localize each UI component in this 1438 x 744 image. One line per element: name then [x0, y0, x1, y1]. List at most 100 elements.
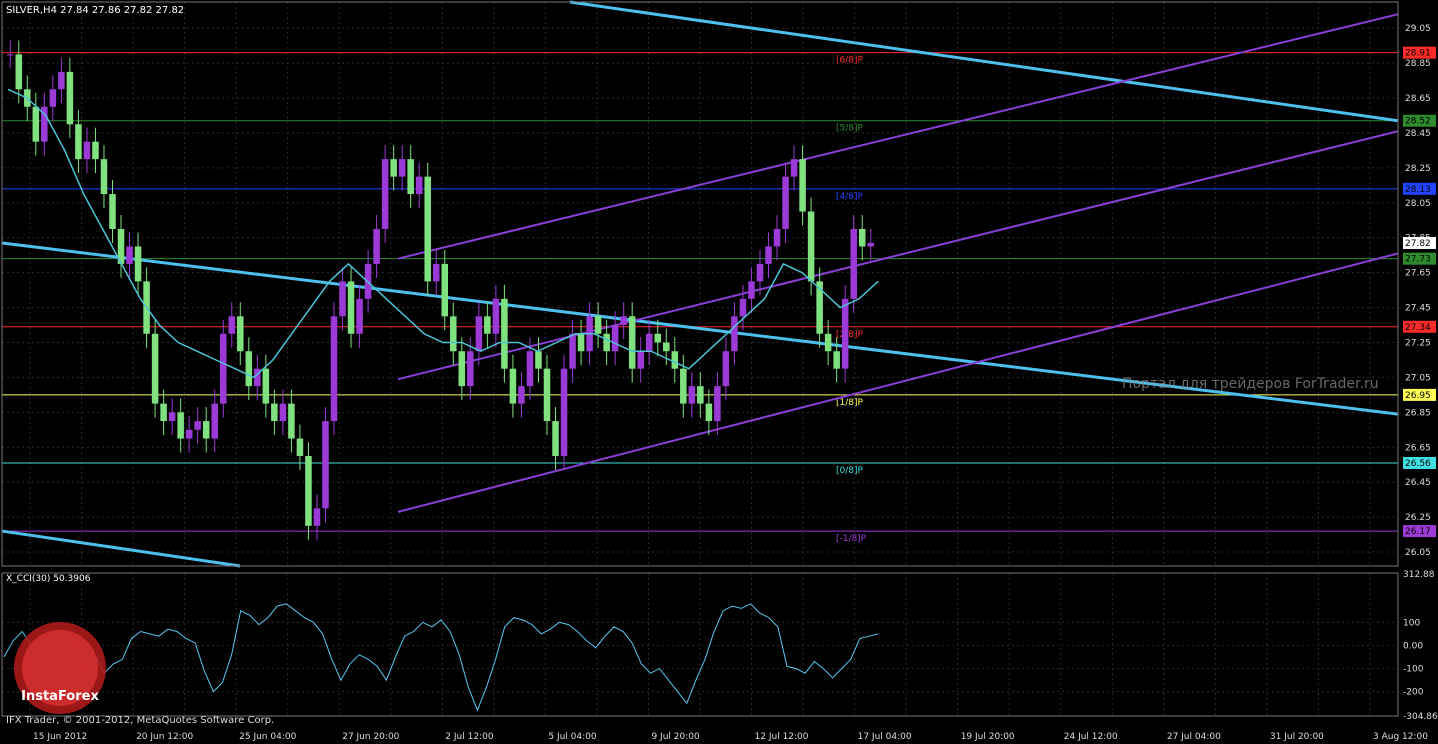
candle-body [620, 316, 627, 326]
chart-title: SILVER,H4 27.84 27.86 27.82 27.82 [6, 5, 184, 16]
x-tick-label: 25 Jun 04:00 [239, 732, 296, 742]
candle-body [7, 54, 14, 56]
candle-body [58, 71, 65, 90]
y-tick-label: 27.25 [1405, 338, 1431, 348]
candle-body [288, 403, 295, 439]
candle-body [645, 333, 653, 352]
x-tick-label: 24 Jul 12:00 [1064, 732, 1118, 742]
candle-body [92, 141, 99, 160]
candle-body [381, 159, 389, 229]
candle-body [407, 159, 414, 195]
candle-body [492, 298, 500, 334]
y-tick-label: 28.65 [1405, 94, 1431, 104]
candle-body [748, 281, 755, 299]
candle-body [347, 281, 355, 334]
candle-body [867, 242, 874, 247]
candle-body [594, 316, 602, 334]
y-tick-label: 27.45 [1405, 304, 1431, 314]
price-tag-label: 28.91 [1405, 49, 1431, 59]
candle-body [535, 351, 542, 369]
y-tick-label: 26.85 [1405, 408, 1431, 418]
murrey-level-label: [1/8]P [836, 398, 864, 408]
candle-body [824, 333, 832, 352]
candle-body [458, 351, 466, 387]
candle-body [134, 246, 142, 282]
y-tick-label: 29.05 [1405, 24, 1431, 34]
candle-body [219, 333, 227, 404]
candle-body [32, 106, 40, 142]
candle-body [228, 316, 236, 334]
candle-body [782, 176, 789, 229]
candle-body [441, 263, 449, 317]
y-tick-label: 26.45 [1405, 478, 1431, 488]
candle-body [807, 211, 815, 282]
candle-body [637, 351, 644, 369]
candle-body [799, 159, 806, 212]
murrey-level-label: [4/8]P [836, 192, 864, 202]
candle-body [356, 298, 363, 334]
price-tag-label: 26.95 [1405, 391, 1431, 401]
cci-label: X_CCI(30) 50.3906 [6, 574, 91, 584]
x-tick-label: 19 Jul 20:00 [961, 732, 1015, 742]
candle-body [296, 438, 304, 456]
candle-body [160, 403, 167, 422]
candle-body [756, 263, 764, 282]
candle-body [611, 325, 619, 352]
candle-body [484, 316, 491, 334]
candle-body [15, 54, 23, 90]
candle-body [271, 403, 278, 422]
candle-body [415, 176, 423, 195]
cci-tick-label: -200 [1403, 688, 1424, 698]
candle-body [211, 403, 218, 439]
price-tag-label: 28.52 [1405, 117, 1431, 127]
candle-body [697, 386, 704, 404]
x-tick-label: 5 Jul 04:00 [548, 732, 597, 742]
candle-body [833, 351, 840, 369]
candle-body [705, 403, 713, 422]
murrey-level-label: [0/8]P [836, 466, 864, 476]
candle-body [432, 263, 440, 282]
candle-body [714, 386, 721, 422]
footer-copyright: IFX Trader, © 2001-2012, MetaQuotes Soft… [6, 715, 274, 726]
candle-body [560, 368, 568, 456]
x-tick-label: 31 Jul 20:00 [1270, 732, 1324, 742]
cci-tick-label: -304.86 [1403, 712, 1438, 722]
candle-body [49, 89, 57, 107]
price-tag-label: 27.34 [1405, 323, 1431, 333]
candle-body [109, 194, 116, 229]
candle-body [100, 159, 108, 195]
candle-body [688, 386, 696, 404]
y-tick-label: 26.25 [1405, 513, 1431, 523]
watermark: Портал для трейдеров ForTrader.ru [1122, 376, 1379, 392]
candle-body [262, 368, 270, 404]
candle-body [450, 316, 457, 352]
murrey-level-label: [2/8]P [836, 330, 864, 340]
candle-body [245, 351, 253, 387]
candle-body [765, 246, 772, 264]
candle-body [850, 228, 857, 299]
y-tick-label: 28.85 [1405, 59, 1431, 69]
price-chart: [6/8]P 28.91 [5/8]P 28.52 [4/8]P 28.13 27.73 [2… [0, 0, 1438, 744]
y-tick-label: 28.05 [1405, 199, 1431, 209]
candle-body [151, 333, 159, 404]
y-tick-label: 27.65 [1405, 269, 1431, 279]
candle-body [543, 368, 551, 422]
x-tick-label: 27 Jul 04:00 [1167, 732, 1221, 742]
cci-tick-label: -100 [1403, 665, 1424, 675]
candle-body [339, 281, 346, 317]
candle-body [654, 333, 662, 343]
candle-body [390, 159, 397, 177]
y-tick-label: 28.45 [1405, 129, 1431, 139]
chart-background [0, 0, 1438, 744]
candle-body [739, 298, 747, 317]
x-tick-label: 27 Jun 20:00 [342, 732, 399, 742]
price-tag-label: 27.73 [1405, 255, 1431, 265]
candle-body [75, 124, 82, 160]
current-price-label: 27.82 [1405, 239, 1431, 249]
candle-body [373, 228, 380, 264]
price-tag-label: 26.17 [1405, 527, 1431, 537]
candle-body [731, 316, 738, 352]
murrey-level-label: [5/8]P [836, 124, 864, 134]
candle-body [66, 71, 74, 125]
candle-body [552, 421, 559, 456]
